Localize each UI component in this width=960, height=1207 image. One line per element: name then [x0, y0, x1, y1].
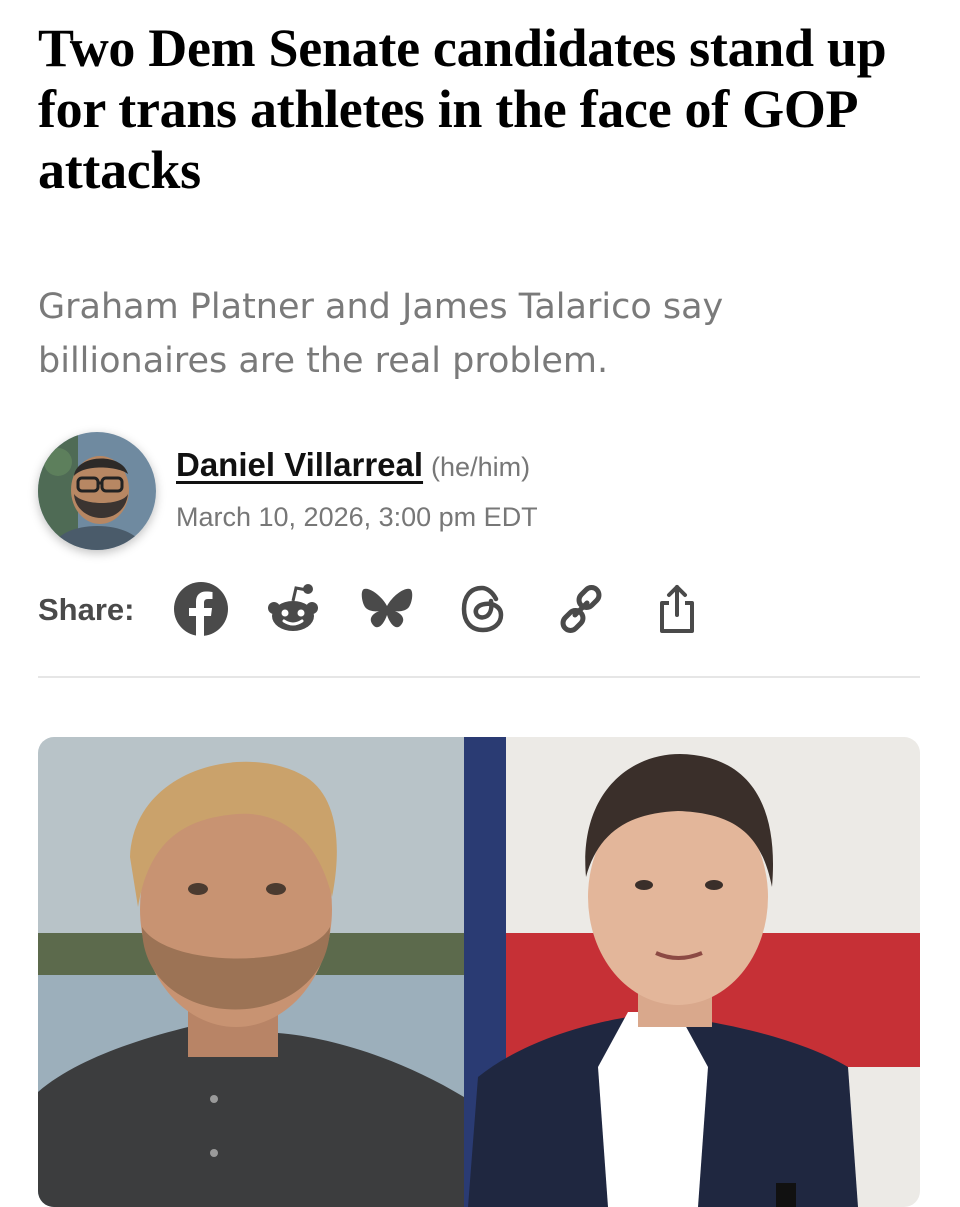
link-icon[interactable]: [552, 580, 610, 638]
author-avatar[interactable]: [38, 432, 156, 550]
publish-date: March 10, 2026, 3:00 pm EDT: [176, 502, 538, 532]
share-label: Share:: [38, 592, 135, 627]
article-dek: Graham Platner and James Talarico say bi…: [38, 287, 724, 381]
facebook-icon[interactable]: [172, 580, 230, 638]
author-name-link[interactable]: Daniel Villarreal: [176, 446, 423, 483]
section-divider: [38, 676, 920, 678]
share-icon[interactable]: [648, 580, 706, 638]
hero-image: [38, 737, 920, 1207]
threads-icon[interactable]: [454, 580, 512, 638]
bluesky-icon[interactable]: [358, 580, 416, 638]
author-pronouns: (he/him): [431, 452, 531, 482]
byline: Daniel Villarreal (he/him) March 10, 2026…: [38, 432, 918, 552]
share-bar: Share:: [38, 580, 918, 640]
reddit-icon[interactable]: [264, 580, 322, 638]
article-headline: Two Dem Senate candidates stand up for t…: [38, 18, 887, 200]
